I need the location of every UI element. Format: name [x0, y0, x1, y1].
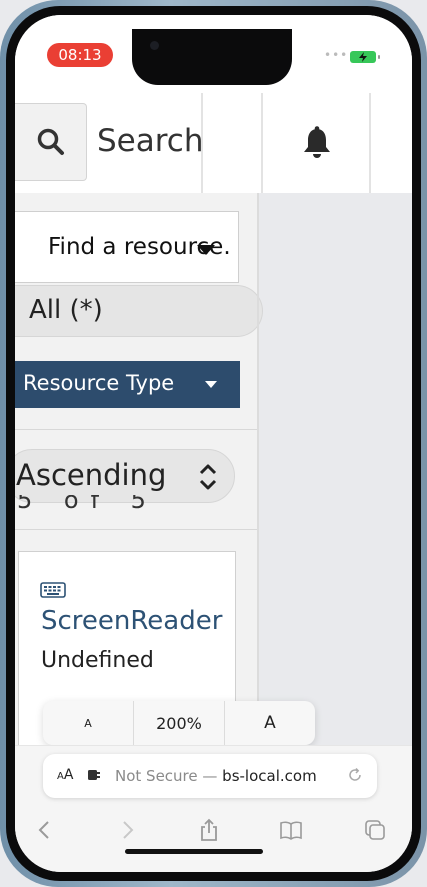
header-divider	[201, 93, 203, 193]
increase-text-size-button[interactable]: A	[225, 701, 315, 745]
reader-aa-button[interactable]: AA	[57, 767, 73, 783]
camera-icon	[150, 41, 159, 50]
host-label: bs-local.com	[222, 767, 317, 785]
notifications-button[interactable]	[299, 125, 339, 165]
search-icon	[37, 128, 64, 155]
text-zoom-level[interactable]: 200%	[134, 701, 224, 745]
resource-select[interactable]: Find a resource.	[15, 211, 239, 283]
back-icon[interactable]	[33, 818, 57, 842]
forward-icon[interactable]	[115, 818, 139, 842]
divider	[15, 429, 257, 430]
category-pill-label: All (*)	[29, 295, 103, 325]
bell-icon	[304, 126, 330, 158]
caret-down-icon	[205, 381, 217, 388]
screen: 08:13 •••• Search Find a resource. All (…	[15, 15, 412, 872]
chevron-updown-icon	[199, 464, 217, 490]
search-label[interactable]: Search	[97, 123, 204, 159]
battery-charging-icon	[350, 51, 380, 63]
share-icon[interactable]	[197, 818, 221, 842]
text-zoom-popover: A 200% A	[43, 701, 315, 745]
browser-nav-row	[15, 812, 412, 848]
search-button[interactable]	[15, 103, 87, 181]
reload-icon[interactable]	[347, 767, 363, 783]
result-count: 5 of 5	[17, 495, 158, 514]
bookmarks-icon[interactable]	[279, 818, 303, 842]
address-bar[interactable]: AA Not Secure — bs-local.com	[43, 754, 377, 798]
tabs-icon[interactable]	[363, 818, 387, 842]
aa-large-label: A	[63, 767, 74, 783]
home-indicator[interactable]	[125, 849, 263, 854]
resource-type-button[interactable]: Resource Type	[15, 361, 240, 408]
status-bar: 08:13 ••••	[15, 15, 412, 85]
divider	[15, 529, 257, 530]
caret-down-icon	[197, 245, 215, 255]
decrease-text-size-button[interactable]: A	[43, 701, 133, 745]
notch	[132, 29, 292, 85]
status-time[interactable]: 08:13	[47, 43, 113, 67]
result-subtitle: Undefined	[41, 648, 154, 673]
sort-select-value: Ascending	[16, 458, 167, 492]
header-divider	[261, 93, 263, 193]
address-text: Not Secure — bs-local.com	[115, 767, 317, 785]
app-header: Search	[15, 93, 412, 193]
resource-type-label: Resource Type	[23, 371, 175, 395]
aa-small-label: A	[57, 771, 64, 782]
header-divider	[369, 93, 371, 193]
security-label: Not Secure —	[115, 767, 218, 785]
result-title-link[interactable]: ScreenReader	[41, 606, 222, 636]
category-pill[interactable]: All (*)	[15, 285, 263, 337]
site-settings-icon	[88, 770, 100, 780]
keyboard-icon	[40, 582, 66, 598]
